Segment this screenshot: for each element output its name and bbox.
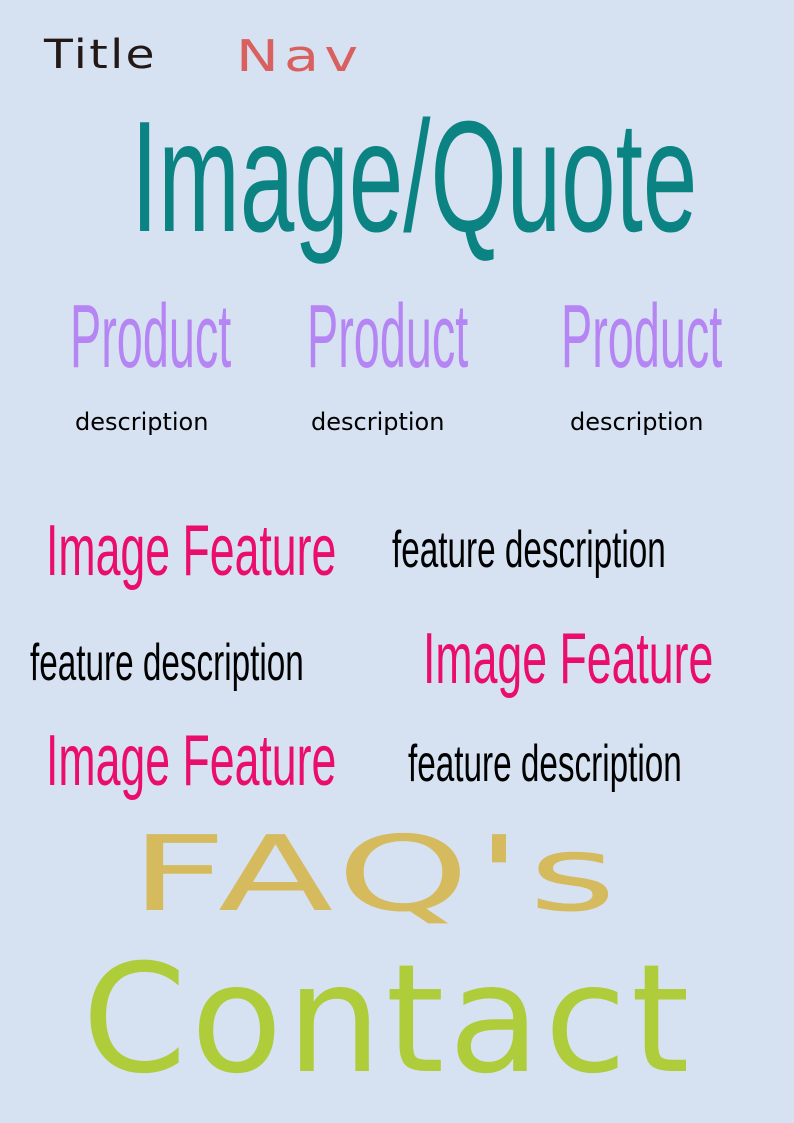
- feature-image-2: Image Feature: [423, 619, 714, 699]
- page: { "header": { "title": "Title", "nav": "…: [0, 0, 794, 1123]
- product-description-1: description: [75, 408, 209, 436]
- product-title-2[interactable]: Product: [307, 292, 468, 382]
- product-title-3[interactable]: Product: [561, 292, 722, 382]
- product-title-1[interactable]: Product: [70, 292, 231, 382]
- site-title: Title: [44, 32, 157, 78]
- nav-link[interactable]: Nav: [236, 35, 363, 79]
- feature-image-3: Image Feature: [46, 721, 337, 801]
- feature-image-1: Image Feature: [46, 511, 337, 591]
- product-description-2: description: [311, 408, 445, 436]
- contact-section-heading[interactable]: Contact: [82, 945, 694, 1095]
- faq-section-heading[interactable]: FAQ's: [130, 822, 623, 926]
- hero-image-quote: Image/Quote: [131, 89, 698, 265]
- feature-description-3: feature description: [408, 735, 682, 793]
- feature-description-2: feature description: [30, 634, 304, 692]
- feature-description-1: feature description: [392, 521, 666, 579]
- product-description-3: description: [570, 408, 704, 436]
